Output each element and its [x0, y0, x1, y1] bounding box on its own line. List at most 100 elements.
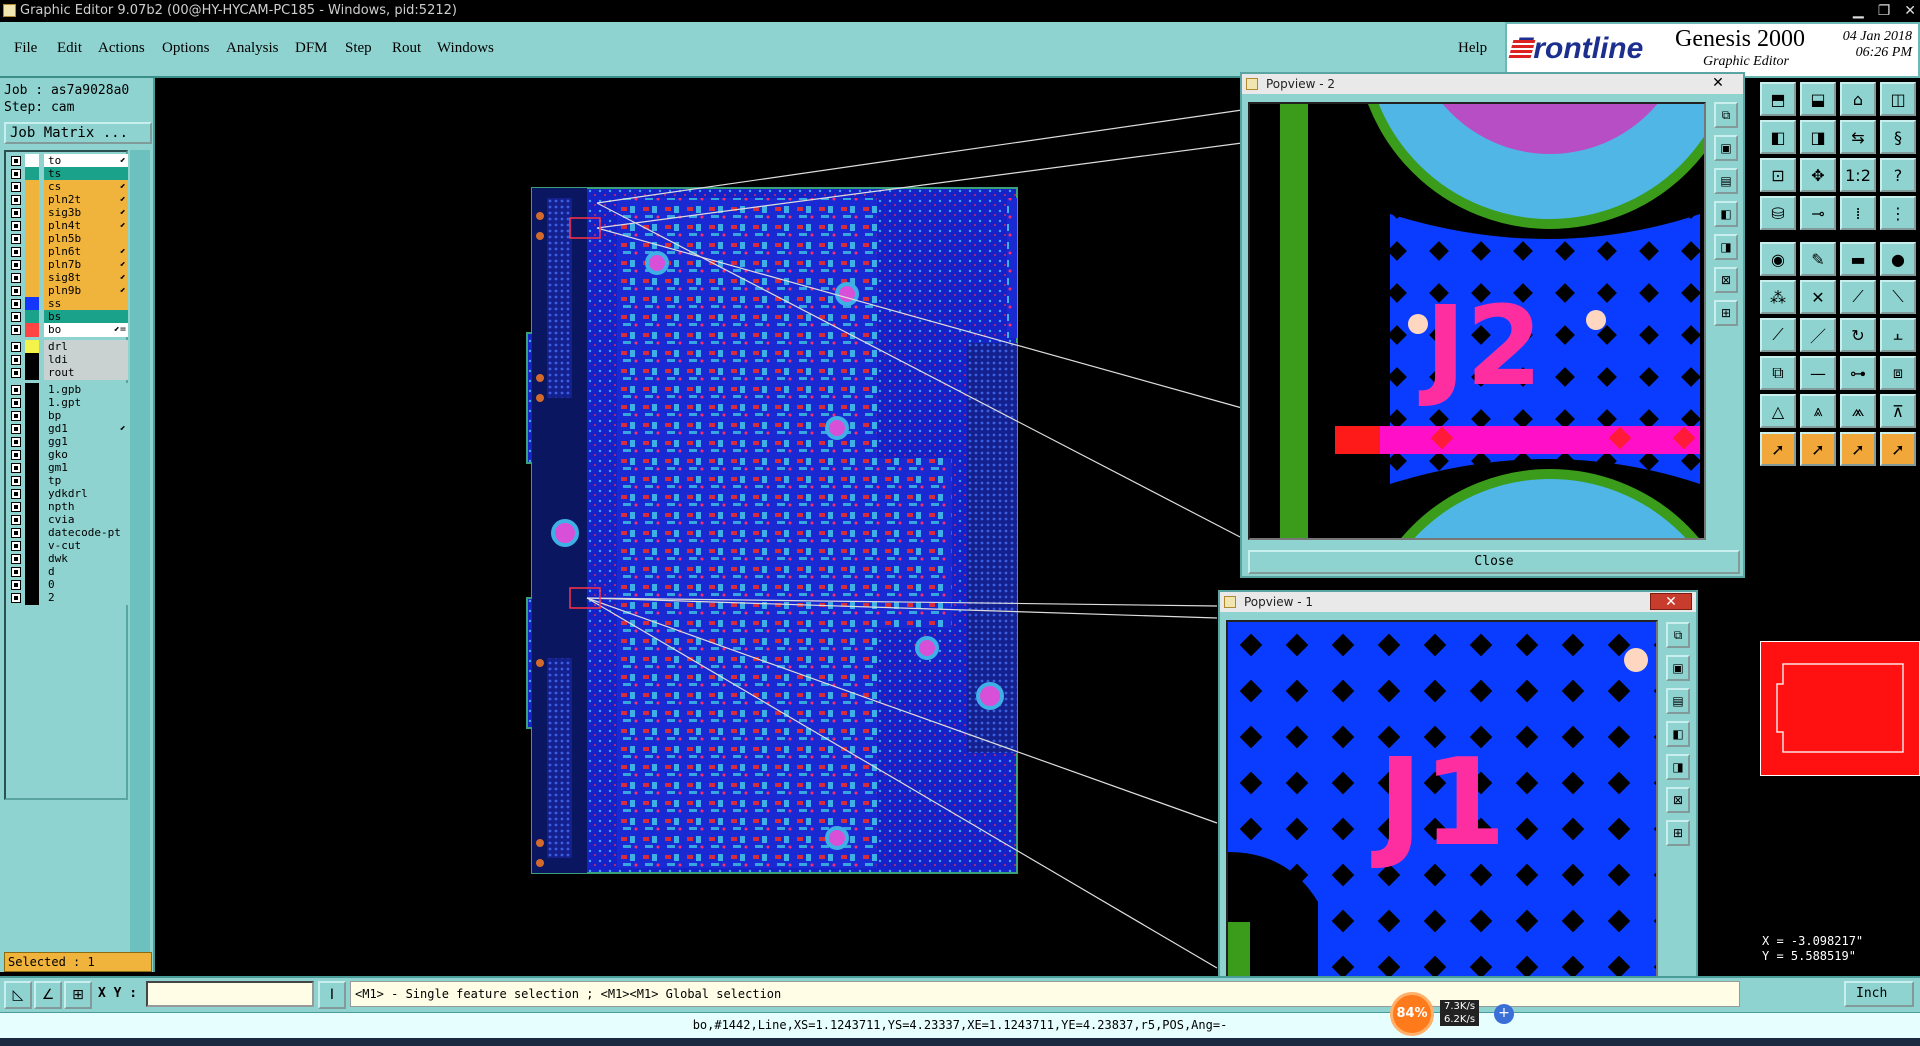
layer-row[interactable]: bp — [8, 409, 128, 423]
layer-name[interactable]: gko — [44, 448, 128, 462]
popview-2-close-button[interactable]: Close — [1248, 550, 1740, 574]
layer-color-swatch[interactable] — [25, 206, 39, 220]
layer-color-swatch[interactable] — [25, 578, 39, 592]
layer-color-swatch[interactable] — [25, 245, 39, 259]
layer-color-swatch[interactable] — [25, 258, 39, 272]
layer-row[interactable]: pln9b ⬋ — [8, 284, 128, 298]
job-matrix-button[interactable]: Job Matrix ... — [4, 122, 152, 144]
layer-checkbox[interactable] — [11, 567, 21, 577]
layer-color-swatch[interactable] — [25, 297, 39, 311]
layer-checkbox[interactable] — [11, 450, 21, 460]
plus-icon[interactable]: + — [1494, 1004, 1514, 1024]
tool-group-icon[interactable]: ⧈ — [1880, 356, 1916, 390]
pv2-tool-4-icon[interactable]: ◧ — [1714, 201, 1738, 227]
layer-checkbox[interactable] — [11, 437, 21, 447]
layer-checkbox[interactable] — [11, 342, 21, 352]
layer-color-swatch[interactable] — [25, 167, 39, 181]
layer-checkbox[interactable] — [11, 234, 21, 244]
layer-row[interactable]: 2 — [8, 591, 128, 605]
layer-checkbox[interactable] — [11, 411, 21, 421]
layer-color-swatch[interactable] — [25, 409, 39, 423]
layer-color-swatch[interactable] — [25, 422, 39, 436]
layer-checkbox[interactable] — [11, 368, 21, 378]
layer-checkbox[interactable] — [11, 554, 21, 564]
tool-window-icon[interactable]: ◫ — [1880, 82, 1916, 116]
angle-icon[interactable]: ∠ — [34, 981, 62, 1009]
tool-next-icon[interactable]: ◨ — [1800, 120, 1836, 154]
layer-checkbox[interactable] — [11, 541, 21, 551]
layer-color-swatch[interactable] — [25, 448, 39, 462]
popview-2-close-x[interactable]: ✕ — [1697, 75, 1739, 92]
layer-checkbox[interactable] — [11, 221, 21, 231]
tool-arc-icon[interactable]: ⟋ — [1760, 318, 1796, 352]
layer-checkbox[interactable] — [11, 463, 21, 473]
tool-save-icon[interactable]: ⬓ — [1800, 82, 1836, 116]
snap-icon[interactable]: ◺ — [4, 981, 32, 1009]
tool-minus-icon[interactable]: — — [1800, 356, 1836, 390]
pv1-zoom-icon[interactable]: ⊞ — [1666, 820, 1690, 846]
tool-connect-icon[interactable]: ⟋ — [1840, 280, 1876, 314]
layer-name[interactable]: drl — [44, 340, 128, 354]
tool-slash-icon[interactable]: ／ — [1800, 318, 1836, 352]
layer-name[interactable]: cvia — [44, 513, 128, 527]
layer-name[interactable]: bs — [44, 310, 128, 324]
layer-name[interactable]: cs ⬋ — [44, 180, 128, 194]
popview-2-view[interactable]: J2 — [1248, 102, 1706, 540]
tool-zoom-11-icon[interactable]: 1:2 — [1840, 158, 1876, 192]
close-window-button[interactable]: ✕ — [1904, 0, 1916, 22]
menu-dfm[interactable]: DFM — [295, 40, 328, 57]
tool-prev-icon[interactable]: ◧ — [1760, 120, 1796, 154]
layer-row[interactable]: bs — [8, 310, 128, 324]
layer-row[interactable]: ydkdrl — [8, 487, 128, 501]
tool-grid-icon[interactable]: ⁞ — [1840, 196, 1876, 230]
layer-row[interactable]: pln4t ⬋ — [8, 219, 128, 233]
layer-checkbox[interactable] — [11, 385, 21, 395]
layer-name[interactable]: 1.gpb — [44, 383, 128, 397]
layer-color-swatch[interactable] — [25, 500, 39, 514]
layer-name[interactable]: ss — [44, 297, 128, 311]
popview-1-view[interactable]: J1 — [1226, 620, 1658, 988]
pv1-zoom-fit-icon[interactable]: ⊠ — [1666, 787, 1690, 813]
layer-checkbox[interactable] — [11, 286, 21, 296]
layer-row[interactable]: ts — [8, 167, 128, 181]
layer-color-swatch[interactable] — [25, 232, 39, 246]
layer-checkbox[interactable] — [11, 182, 21, 192]
layer-color-swatch[interactable] — [25, 271, 39, 285]
layer-name[interactable]: gd1 ⬋ — [44, 422, 128, 436]
menu-analysis[interactable]: Analysis — [226, 40, 279, 57]
pv1-tool-2-icon[interactable]: ▣ — [1666, 655, 1690, 681]
layer-name[interactable]: pln2t ⬋ — [44, 193, 128, 207]
layer-color-swatch[interactable] — [25, 180, 39, 194]
layer-checkbox[interactable] — [11, 208, 21, 218]
xy-input[interactable] — [146, 981, 314, 1007]
layer-color-swatch[interactable] — [25, 396, 39, 410]
layer-name[interactable]: ldi — [44, 353, 128, 367]
layer-name[interactable]: 1.gpt — [44, 396, 128, 410]
layer-color-swatch[interactable] — [25, 383, 39, 397]
layer-checkbox[interactable] — [11, 476, 21, 486]
layer-color-swatch[interactable] — [25, 353, 39, 367]
unit-selector[interactable]: Inch — [1844, 981, 1914, 1007]
layer-color-swatch[interactable] — [25, 284, 39, 298]
layer-checkbox[interactable] — [11, 355, 21, 365]
tool-line-icon[interactable]: ▬ — [1840, 242, 1876, 276]
layer-color-swatch[interactable] — [25, 474, 39, 488]
layer-checkbox[interactable] — [11, 169, 21, 179]
layer-row[interactable]: drl — [8, 340, 128, 354]
layer-name[interactable]: pln5b — [44, 232, 128, 246]
tool-rotate-icon[interactable]: ↻ — [1840, 318, 1876, 352]
tool-pads-icon[interactable]: ⋮ — [1880, 196, 1916, 230]
layer-row[interactable]: cs ⬋ — [8, 180, 128, 194]
layer-checkbox[interactable] — [11, 312, 21, 322]
layer-row[interactable]: 1.gpb — [8, 383, 128, 397]
layer-color-swatch[interactable] — [25, 526, 39, 540]
layer-name[interactable]: ts — [44, 167, 128, 181]
layer-color-swatch[interactable] — [25, 461, 39, 475]
layer-checkbox[interactable] — [11, 260, 21, 270]
layer-color-swatch[interactable] — [25, 219, 39, 233]
menu-step[interactable]: Step — [345, 40, 372, 57]
tool-tri-2-icon[interactable]: ⩓ — [1800, 394, 1836, 428]
layer-row[interactable]: gd1 ⬋ — [8, 422, 128, 436]
tool-home-icon[interactable]: ⌂ — [1840, 82, 1876, 116]
layer-name[interactable]: d — [44, 565, 128, 579]
